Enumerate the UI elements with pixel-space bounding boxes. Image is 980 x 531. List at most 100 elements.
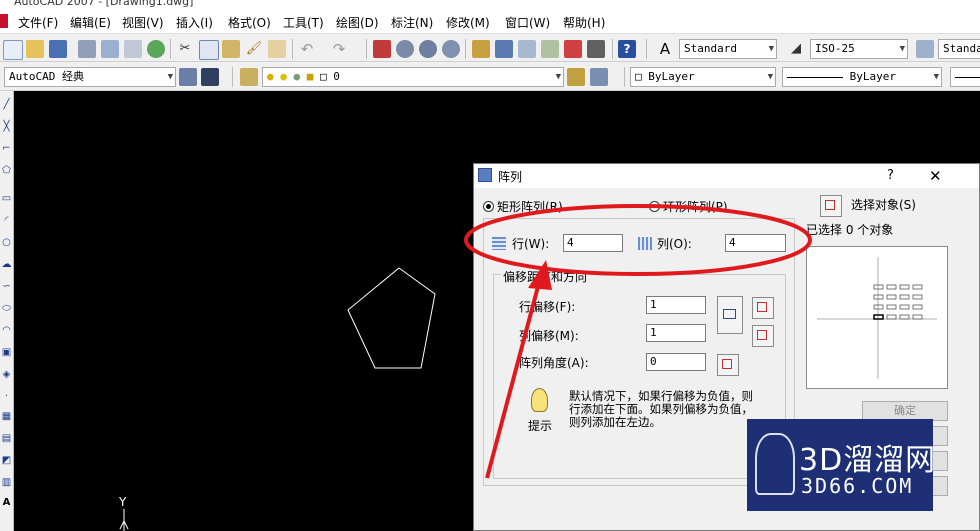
hatch-icon[interactable]: ▦ <box>1 411 12 422</box>
angle-input[interactable]: 0 <box>646 353 706 371</box>
app-icon[interactable] <box>0 14 8 28</box>
rows-input[interactable]: 4 <box>563 234 623 252</box>
select-objects-button[interactable] <box>820 195 842 217</box>
polygon-icon[interactable]: ⬠ <box>1 165 12 176</box>
preview-array-cell <box>886 294 897 300</box>
polar-array-label[interactable]: 环形阵列(P) <box>663 198 728 215</box>
menu-dimension[interactable]: 标注(N) <box>391 14 433 31</box>
design-center-icon[interactable] <box>495 40 513 58</box>
calculator-icon[interactable] <box>587 40 605 58</box>
construction-line-icon[interactable]: ╳ <box>1 121 12 132</box>
cut-icon[interactable]: ✂ <box>176 40 194 58</box>
menu-insert[interactable]: 插入(I) <box>176 14 213 31</box>
menu-modify[interactable]: 修改(M) <box>446 14 490 31</box>
select-objects-icon <box>825 200 835 210</box>
toolbar-divider <box>170 39 171 59</box>
preview-array-cell <box>886 304 897 310</box>
menu-edit[interactable]: 编辑(E) <box>70 14 111 31</box>
text-style-select[interactable]: Standard ▼ <box>679 39 777 59</box>
line-icon[interactable]: ╱ <box>1 99 12 110</box>
menu-tools[interactable]: 工具(T) <box>283 14 324 31</box>
polar-array-radio[interactable] <box>649 201 660 212</box>
pan-icon[interactable] <box>373 40 391 58</box>
menu-format[interactable]: 格式(O) <box>228 14 271 31</box>
col-offset-input[interactable]: 1 <box>646 324 706 342</box>
circle-icon[interactable]: ○ <box>1 237 12 248</box>
workspace-settings-icon[interactable] <box>179 68 197 86</box>
paste-icon[interactable] <box>222 40 240 58</box>
pick-both-offsets-button[interactable] <box>717 296 743 334</box>
row-offset-input[interactable]: 1 <box>646 296 706 314</box>
layer-previous-icon[interactable] <box>590 68 608 86</box>
gradient-icon[interactable]: ▤ <box>1 433 12 444</box>
rows-label: 行(W): <box>512 237 550 251</box>
text-style-icon[interactable]: A <box>656 40 674 58</box>
preview-array-cell <box>912 314 923 320</box>
block-editor-icon[interactable] <box>268 40 286 58</box>
color-select[interactable]: □ ByLayer ▼ <box>630 67 776 87</box>
watermark-site: 3D66.COM <box>801 474 914 498</box>
revision-cloud-icon[interactable]: ☁ <box>1 259 12 270</box>
menu-help[interactable]: 帮助(H) <box>563 14 605 31</box>
rect-array-radio[interactable] <box>483 201 494 212</box>
plot-preview-icon[interactable] <box>101 40 119 58</box>
copy-icon[interactable] <box>199 40 219 60</box>
pick-col-offset-button[interactable] <box>752 325 774 347</box>
close-button[interactable]: ✕ <box>929 167 942 185</box>
polyline-icon[interactable]: ⌐ <box>1 143 12 154</box>
angle-label: 阵列角度(A): <box>519 356 589 370</box>
help-icon[interactable]: ? <box>618 40 636 58</box>
dim-style-icon[interactable]: ◢ <box>787 40 805 58</box>
multiline-text-icon[interactable]: A <box>1 497 12 508</box>
zoom-previous-icon[interactable] <box>442 40 460 58</box>
tool-palettes-icon[interactable] <box>518 40 536 58</box>
menu-file[interactable]: 文件(F) <box>18 14 58 31</box>
redo-icon[interactable]: ↷ <box>330 40 348 58</box>
arc-icon[interactable]: ◜ <box>1 215 12 226</box>
layer-select[interactable]: ● ● ● ■ □ 0 ▼ <box>262 67 564 87</box>
zoom-realtime-icon[interactable] <box>396 40 414 58</box>
chevron-down-icon: ▼ <box>899 44 905 54</box>
print-icon[interactable] <box>78 40 96 58</box>
pick-row-offset-button[interactable] <box>752 297 774 319</box>
insert-block-icon[interactable]: ▣ <box>1 347 12 358</box>
my-workspace-icon[interactable] <box>201 68 219 86</box>
3d-dwf-icon[interactable] <box>147 40 165 58</box>
save-icon[interactable] <box>49 40 67 58</box>
pick-angle-button[interactable] <box>717 354 739 376</box>
layer-manager-icon[interactable] <box>240 68 258 86</box>
region-icon[interactable]: ◩ <box>1 455 12 466</box>
dim-style-select[interactable]: ISO-25 ▼ <box>810 39 908 59</box>
table-style-select[interactable]: Standard <box>938 39 980 59</box>
sheet-set-icon[interactable] <box>541 40 559 58</box>
table-style-icon[interactable] <box>916 40 934 58</box>
linetype-value: ByLayer <box>849 70 896 83</box>
make-block-icon[interactable]: ◈ <box>1 369 12 380</box>
columns-input[interactable]: 4 <box>725 234 786 252</box>
table-icon[interactable]: ▥ <box>1 477 12 488</box>
markup-icon[interactable] <box>564 40 582 58</box>
make-layer-current-icon[interactable] <box>567 68 585 86</box>
help-button[interactable]: ? <box>887 168 894 183</box>
spline-icon[interactable]: ∽ <box>1 281 12 292</box>
ok-button[interactable]: 确定 <box>862 401 948 421</box>
properties-icon[interactable] <box>472 40 490 58</box>
rect-array-label[interactable]: 矩形阵列(R) <box>497 198 563 215</box>
match-properties-icon[interactable]: 🖌 <box>245 40 263 58</box>
lineweight-select[interactable] <box>950 67 980 87</box>
linetype-select[interactable]: ByLayer ▼ <box>782 67 942 87</box>
menu-draw[interactable]: 绘图(D) <box>336 14 379 31</box>
workspace-select[interactable]: AutoCAD 经典 ▼ <box>4 67 176 87</box>
ellipse-icon[interactable]: ⬭ <box>1 303 12 314</box>
publish-icon[interactable] <box>124 40 142 58</box>
menu-window[interactable]: 窗口(W) <box>505 14 550 31</box>
point-icon[interactable]: · <box>1 391 12 402</box>
rectangle-icon[interactable]: ▭ <box>1 193 12 204</box>
menu-view[interactable]: 视图(V) <box>122 14 164 31</box>
toolbar-divider <box>646 39 647 59</box>
open-icon[interactable] <box>26 40 44 58</box>
new-icon[interactable] <box>3 40 23 60</box>
undo-icon[interactable]: ↶ <box>298 40 316 58</box>
ellipse-arc-icon[interactable]: ◠ <box>1 325 12 336</box>
zoom-window-icon[interactable] <box>419 40 437 58</box>
